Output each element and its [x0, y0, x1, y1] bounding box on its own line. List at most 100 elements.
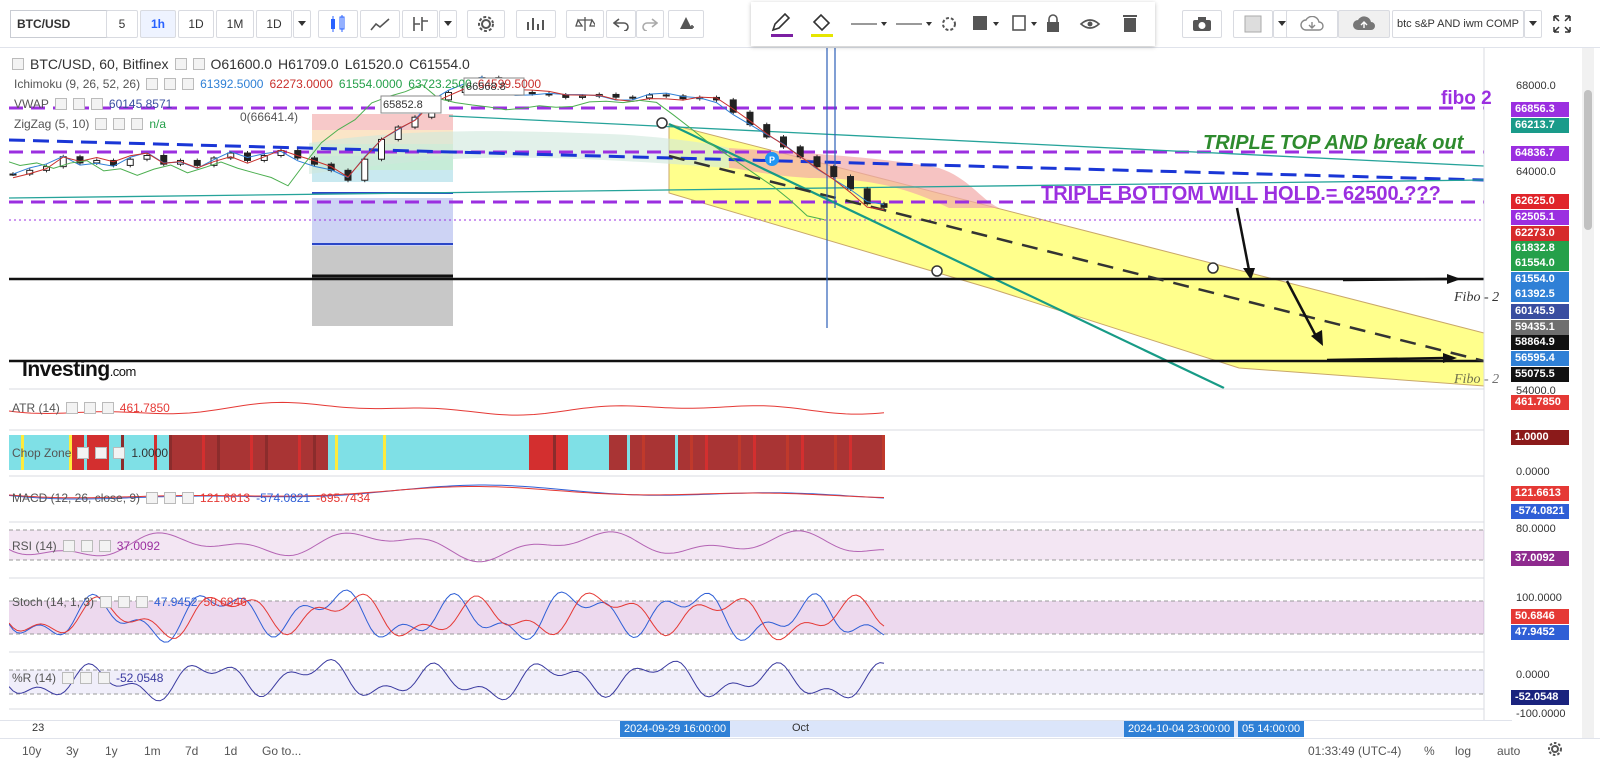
atr-settings-icon[interactable]: [83, 402, 96, 414]
range-1m[interactable]: 1m: [144, 744, 161, 758]
chop-bar: [861, 435, 864, 470]
ichimoku-eye-icon[interactable]: [146, 78, 159, 90]
indicators-icon[interactable]: [402, 10, 438, 38]
collapse-legend-icon[interactable]: [12, 58, 24, 70]
rsi-eye-icon[interactable]: [62, 540, 75, 552]
triple-top-label[interactable]: TRIPLE TOP AND break out: [1203, 132, 1463, 155]
fullscreen-box-icon[interactable]: [1233, 10, 1273, 38]
interval-1m[interactable]: 1M: [216, 10, 254, 38]
vwap-eye-icon[interactable]: [54, 98, 67, 110]
undo-icon[interactable]: [606, 10, 636, 38]
stoch-settings-icon[interactable]: [118, 596, 131, 608]
fill-bucket-icon[interactable]: [811, 13, 833, 37]
chop-bar: [238, 435, 241, 470]
drawing-settings-icon[interactable]: [942, 17, 956, 31]
goto-button[interactable]: Go to...: [262, 744, 301, 758]
fibo2-mid-label[interactable]: Fibo - 2: [1454, 290, 1499, 306]
pencil-icon[interactable]: [771, 12, 793, 37]
time-axis[interactable]: 23 Oct 2024-09-29 16:00:00 2024-10-04 23…: [0, 720, 1512, 737]
wr-settings-icon[interactable]: [80, 672, 93, 684]
log-toggle[interactable]: log: [1455, 744, 1471, 758]
range-7d[interactable]: 7d: [185, 744, 198, 758]
visibility-layers-icon[interactable]: [973, 16, 987, 30]
range-10y[interactable]: 10y: [22, 744, 41, 758]
atr-close-icon[interactable]: [101, 402, 114, 414]
rsi-settings-icon[interactable]: [80, 540, 93, 552]
interval-1d[interactable]: 1D: [178, 10, 214, 38]
macd-eye-icon[interactable]: [146, 492, 159, 504]
chop-bar: [226, 435, 229, 470]
candles-icon[interactable]: [318, 10, 358, 38]
chop-bar: [211, 435, 214, 470]
eye-icon[interactable]: [1079, 19, 1101, 29]
zigzag-eye-icon[interactable]: [95, 118, 108, 130]
interval-5[interactable]: 5: [106, 10, 138, 38]
chop-bar: [864, 435, 867, 470]
scales-icon[interactable]: [566, 10, 604, 38]
stoch-close-icon[interactable]: [136, 596, 149, 608]
anchor-point-3[interactable]: [1207, 262, 1219, 274]
camera-icon[interactable]: [1182, 10, 1222, 38]
ichimoku-v4: 63723.2500: [408, 77, 472, 91]
chop-bar: [193, 435, 196, 470]
clock-display[interactable]: 01:33:49 (UTC-4): [1308, 744, 1401, 758]
chop-eye-icon[interactable]: [77, 447, 90, 459]
layout-name-button[interactable]: btc s&P AND iwm COMP: [1392, 10, 1524, 38]
anchor-point-2[interactable]: [931, 265, 943, 277]
interval-1h[interactable]: 1h: [140, 10, 176, 38]
chop-bar: [359, 435, 362, 470]
rsi-close-icon[interactable]: [98, 540, 111, 552]
ichimoku-settings-icon[interactable]: [164, 78, 177, 90]
fibo2-low-label[interactable]: Fibo - 2: [1454, 372, 1499, 388]
wr-eye-icon[interactable]: [62, 672, 75, 684]
chop-bar: [494, 435, 497, 470]
legend-eye-icon[interactable]: [174, 58, 187, 70]
macd-settings-icon[interactable]: [164, 492, 177, 504]
clone-icon[interactable]: [1012, 15, 1026, 31]
anchor-point-1[interactable]: [656, 117, 668, 129]
stoch-axis-tick: 100.0000: [1516, 592, 1562, 604]
lock-icon[interactable]: [1047, 14, 1059, 32]
alert-icon[interactable]: [668, 10, 704, 38]
indicators-dropdown-icon[interactable]: [439, 10, 457, 38]
range-3y[interactable]: 3y: [66, 744, 79, 758]
settings-icon[interactable]: [467, 10, 505, 38]
triple-bottom-label[interactable]: TRIPLE BOTTOM WILL HOLD.= 62500.???: [1041, 183, 1441, 206]
expand-icon[interactable]: [1546, 10, 1578, 38]
scrollbar-thumb[interactable]: [1584, 90, 1592, 230]
chop-bar: [672, 435, 675, 470]
chop-bar: [714, 435, 717, 470]
compare-icon[interactable]: [516, 10, 556, 38]
zigzag-close-icon[interactable]: [131, 118, 144, 130]
range-1d[interactable]: 1d: [224, 744, 237, 758]
zigzag-settings-icon[interactable]: [113, 118, 126, 130]
ichimoku-close-icon[interactable]: [182, 78, 195, 90]
vwap-close-icon[interactable]: [90, 98, 103, 110]
chop-bar: [274, 435, 277, 470]
redo-icon[interactable]: [636, 10, 664, 38]
cloud-load-icon[interactable]: [1286, 10, 1338, 38]
macd-close-icon[interactable]: [182, 492, 195, 504]
fibo2-label[interactable]: fibo 2: [1441, 88, 1492, 110]
percent-toggle[interactable]: %: [1424, 744, 1435, 758]
atr-eye-icon[interactable]: [65, 402, 78, 414]
gear-icon[interactable]: [1548, 742, 1562, 759]
range-1y[interactable]: 1y: [105, 744, 118, 758]
chop-bar: [217, 435, 220, 470]
stoch-eye-icon[interactable]: [100, 596, 113, 608]
wr-close-icon[interactable]: [98, 672, 111, 684]
chop-close-icon[interactable]: [113, 447, 126, 459]
interval-dropdown-icon[interactable]: [293, 10, 311, 38]
legend-settings-icon[interactable]: [192, 58, 205, 70]
cloud-save-icon[interactable]: [1338, 10, 1390, 38]
auto-toggle[interactable]: auto: [1497, 744, 1520, 758]
line-chart-icon[interactable]: [360, 10, 400, 38]
price-axis-label: 62625.0: [1511, 194, 1569, 209]
trash-icon[interactable]: [1123, 15, 1137, 32]
interval-1d-alt[interactable]: 1D: [256, 10, 292, 38]
vwap-settings-icon[interactable]: [72, 98, 85, 110]
time-label-oct: Oct: [792, 722, 810, 734]
symbol-search-input[interactable]: BTC/USD: [10, 10, 114, 38]
layout-dropdown-icon[interactable]: [1524, 10, 1542, 38]
chop-settings-icon[interactable]: [95, 447, 108, 459]
